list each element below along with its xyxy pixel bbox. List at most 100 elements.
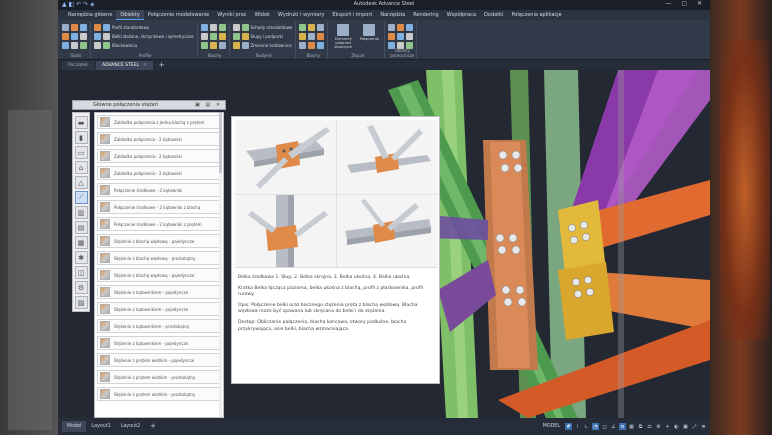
palette-scrollbar[interactable]	[219, 113, 222, 417]
palette-scroll-thumb[interactable]	[219, 113, 222, 173]
ribbon-tool-button[interactable]: Schody standardowe	[241, 24, 292, 31]
ribbon-tab-6[interactable]: Eksport i import	[328, 10, 376, 20]
ribbon-tool-button[interactable]	[80, 33, 87, 40]
palette-connection-item[interactable]: Stężenie z prętem wiotkim - prostokątny	[97, 387, 221, 401]
category-misc-icon[interactable]: ▧	[74, 296, 88, 309]
layout-tab-2[interactable]: Layout2	[116, 421, 145, 432]
ribbon-tab-5[interactable]: Wydruki i wymiary	[274, 10, 328, 20]
ribbon-tool-button[interactable]	[388, 33, 396, 40]
selection-cycling-icon[interactable]: ⧉	[637, 423, 644, 430]
new-tab-button[interactable]: +	[155, 61, 169, 70]
palette-connection-item[interactable]: Zakładka połączenia - 2 kątowniki	[97, 166, 221, 180]
ribbon-tool-button[interactable]	[62, 24, 69, 31]
ribbon-tool-button[interactable]: Profil standardowy	[103, 24, 194, 31]
otrack-icon[interactable]: ∠	[610, 423, 617, 430]
ribbon-tab-8[interactable]: Rendering	[409, 10, 443, 20]
ribbon-tab-9[interactable]: Współpraca	[443, 10, 480, 20]
ribbon-tool-button[interactable]	[71, 42, 78, 49]
document-tab-1[interactable]: ADVANCE STEEL ✕	[96, 61, 153, 70]
category-rail-icon[interactable]: ✱	[74, 251, 88, 264]
model-viewport[interactable]: Główne połączenia stężeń ▣ ▤ ✕ ▬ ▮ ▭ ⌂ △…	[58, 70, 710, 418]
ribbon-tool-button[interactable]: Zmienna kratownica	[241, 42, 293, 49]
ribbon-tab-2[interactable]: Połączenie modelowanie	[144, 10, 213, 20]
ribbon-tool-button[interactable]	[62, 33, 69, 40]
ribbon-tool-button[interactable]	[209, 42, 217, 49]
palette-connection-item[interactable]: Stężenie z prętem wiotkim - prostokątny	[97, 370, 221, 384]
ribbon-tool-button[interactable]	[94, 42, 101, 49]
ribbon-tool-button[interactable]	[218, 42, 226, 49]
palette-connection-item[interactable]: Zakładka połączenia - 2 kątowniki	[97, 149, 221, 163]
add-icon[interactable]: +	[664, 423, 671, 430]
ribbon-tool-button[interactable]	[388, 24, 396, 31]
ribbon-tool-button[interactable]	[406, 24, 414, 31]
ribbon-tool-button[interactable]	[308, 42, 316, 49]
ribbon-tool-button[interactable]	[200, 33, 208, 40]
ribbon-tab-4[interactable]: Widok	[251, 10, 274, 20]
fullscreen-icon[interactable]: ⤢	[691, 423, 698, 430]
palette-connection-item[interactable]: Stężenie z kątownikiem - prostokątny	[97, 319, 221, 333]
palette-connection-item[interactable]: Połączenie środkowe - 2 kątowniki	[97, 183, 221, 197]
ribbon-tool-button[interactable]	[209, 33, 217, 40]
category-bracing-icon[interactable]: ⟋	[74, 191, 88, 204]
palette-connection-item[interactable]: Stężenie z kątownikiem - pojedyncze	[97, 285, 221, 299]
ribbon-tool-button[interactable]	[299, 42, 307, 49]
ribbon-tab-10[interactable]: Dodatki	[480, 10, 507, 20]
model-space-label[interactable]: MODEL	[543, 424, 560, 429]
ribbon-tool-button[interactable]: Belki złożone, skrzynkowe i symetryczne	[103, 33, 194, 40]
palette-connection-item[interactable]: Stężenie z kątownikiem - pojedyncze	[97, 302, 221, 316]
grid-icon[interactable]: #	[565, 423, 572, 430]
ribbon-tool-button[interactable]	[218, 33, 226, 40]
document-tab-0[interactable]: Początek	[62, 61, 95, 70]
layout-tab-1[interactable]: Layout1	[86, 421, 115, 432]
add-layout-button[interactable]: +	[145, 421, 161, 432]
ribbon-tool-button[interactable]	[308, 33, 316, 40]
snap-icon[interactable]: ⁞	[574, 423, 581, 430]
ribbon-tool-button[interactable]	[406, 33, 414, 40]
category-column-icon[interactable]: ▮	[74, 131, 88, 144]
ribbon-tool-button[interactable]	[232, 42, 240, 49]
polar-icon[interactable]: ◔	[592, 423, 599, 430]
annotation-scale-icon[interactable]: ⚖	[646, 423, 653, 430]
ribbon-big-button-5-0[interactable]: Elementy połączeń złożonych	[331, 22, 355, 50]
category-frame-icon[interactable]: ⌂	[74, 161, 88, 174]
ribbon-tab-7[interactable]: Narzędzia	[376, 10, 409, 20]
ribbon-tool-button[interactable]	[80, 24, 87, 31]
layout-tab-0[interactable]: Model	[62, 421, 87, 432]
close-tab-icon[interactable]: ✕	[143, 63, 147, 68]
ribbon-tool-button[interactable]	[71, 24, 78, 31]
transparency-icon[interactable]: ▦	[628, 423, 635, 430]
ribbon-tool-button[interactable]: Słupy i podporki	[241, 33, 293, 40]
category-joint-icon[interactable]: ⚙	[74, 281, 88, 294]
ribbon-tool-button[interactable]	[232, 33, 240, 40]
ribbon-tool-button[interactable]	[232, 24, 240, 31]
ribbon-tool-button[interactable]	[299, 33, 307, 40]
category-tube-icon[interactable]: ◫	[74, 266, 88, 279]
customize-menu-icon[interactable]: ≣	[700, 423, 707, 430]
palette-connection-item[interactable]: Połączenie środkowe - 2 kątowniki z blac…	[97, 200, 221, 214]
palette-connection-item[interactable]: Stężenie z blachą węzłową - prostokątny	[97, 251, 221, 265]
palette-connection-item[interactable]: Stężenie z kątownikiem - pojedyncze	[97, 336, 221, 350]
ribbon-tool-button[interactable]	[200, 24, 208, 31]
category-plate-icon[interactable]: ▤	[74, 221, 88, 234]
ribbon-tool-button[interactable]	[397, 24, 405, 31]
ribbon-tab-11[interactable]: Połączenia aplikacje	[507, 10, 565, 20]
category-purlin-icon[interactable]: ▦	[74, 236, 88, 249]
palette-connection-item[interactable]: Zakładka połączenia - 2 kątowniki	[97, 132, 221, 146]
ribbon-tool-button[interactable]	[397, 33, 405, 40]
ribbon-tool-button[interactable]	[308, 24, 316, 31]
ribbon-tab-0[interactable]: Narzędzia główne	[64, 10, 116, 20]
hardware-acceleration-icon[interactable]: ▣	[682, 423, 689, 430]
palette-controls[interactable]: ▣ ▤ ✕	[195, 102, 222, 108]
palette-connection-item[interactable]: Stężenie z blachą węzłową - pojedyncze	[97, 268, 221, 282]
ribbon-tool-button[interactable]	[299, 24, 307, 31]
ribbon-tool-button[interactable]: Blachownica	[103, 42, 194, 49]
category-base-plate-icon[interactable]: ▭	[74, 146, 88, 159]
isolate-icon[interactable]: ◐	[673, 423, 680, 430]
ribbon-tool-button[interactable]	[317, 33, 325, 40]
ortho-icon[interactable]: ∟	[583, 423, 590, 430]
ribbon-tool-button[interactable]	[209, 24, 217, 31]
ribbon-tool-button[interactable]	[80, 42, 87, 49]
category-stairs-icon[interactable]: ▥	[74, 206, 88, 219]
ribbon-tool-button[interactable]	[71, 33, 78, 40]
category-truss-icon[interactable]: △	[74, 176, 88, 189]
